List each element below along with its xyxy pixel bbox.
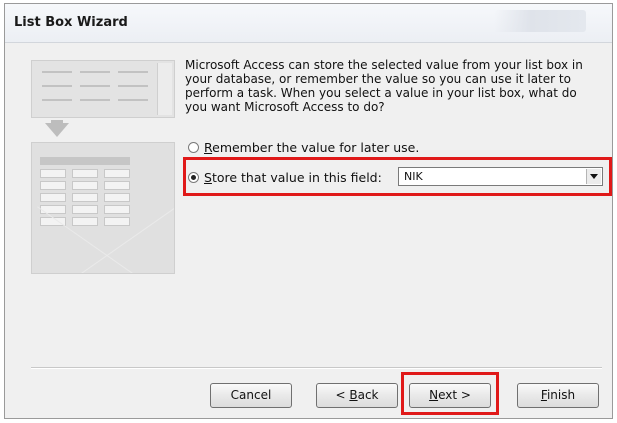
cancel-button[interactable]: Cancel xyxy=(210,383,292,408)
window-title: List Box Wizard xyxy=(14,15,128,30)
wizard-description: Microsoft Access can store the selected … xyxy=(185,58,583,114)
finish-button[interactable]: Finish xyxy=(517,383,599,408)
field-select[interactable]: NIK xyxy=(398,167,603,186)
remember-radio[interactable] xyxy=(188,142,199,153)
remember-label: Remember the value for later use. xyxy=(204,140,420,155)
field-select-value: NIK xyxy=(404,170,423,183)
store-label: Store that value in this field: xyxy=(204,170,382,185)
divider xyxy=(31,367,602,369)
wizard-body: Microsoft Access can store the selected … xyxy=(5,43,612,418)
next-button[interactable]: Next > xyxy=(409,383,491,408)
table-graphic xyxy=(31,142,175,274)
store-radio[interactable] xyxy=(188,172,199,183)
wizard-illustration xyxy=(31,60,175,274)
list-box-graphic xyxy=(31,60,175,118)
remember-option[interactable]: Remember the value for later use. xyxy=(188,140,419,155)
chevron-down-icon[interactable] xyxy=(586,169,601,184)
store-option[interactable]: Store that value in this field: xyxy=(188,170,382,185)
list-box-wizard-window: List Box Wizard Microsoft Access can sto… xyxy=(4,3,613,419)
window-controls-faded xyxy=(494,10,586,32)
back-button[interactable]: < Back xyxy=(316,383,398,408)
title-bar[interactable]: List Box Wizard xyxy=(5,4,612,43)
